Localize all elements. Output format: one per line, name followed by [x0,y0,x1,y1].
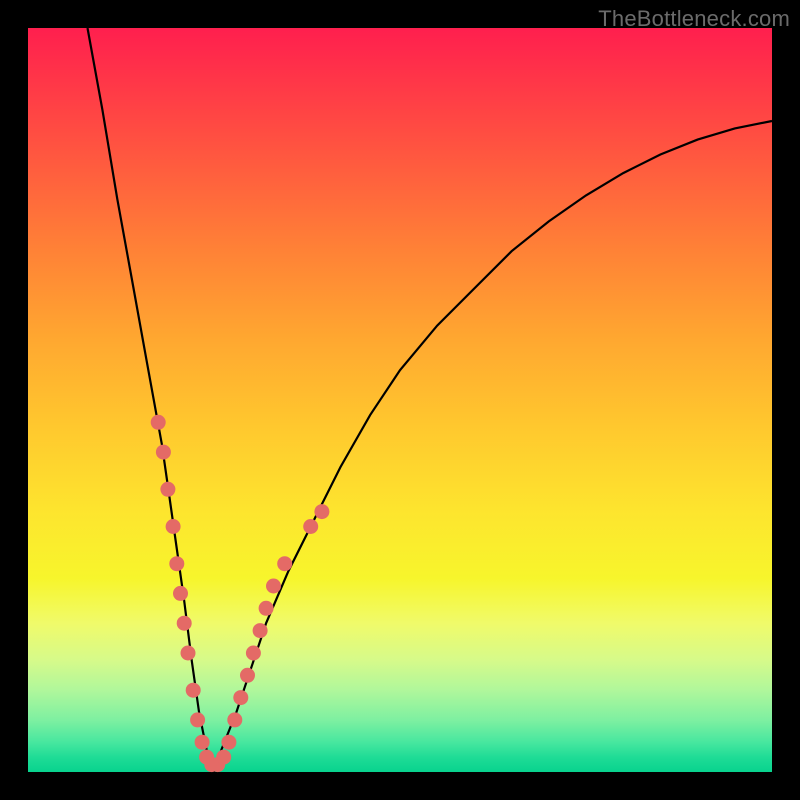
scatter-point [221,735,236,750]
chart-svg [28,28,772,772]
scatter-point [166,519,181,534]
scatter-point [190,712,205,727]
scatter-point [253,623,268,638]
watermark-text: TheBottleneck.com [598,6,790,32]
scatter-point [173,586,188,601]
chart-plot-area [28,28,772,772]
scatter-point [227,712,242,727]
scatter-point [266,579,281,594]
scatter-point [259,601,274,616]
scatter-point [156,445,171,460]
scatter-point [195,735,210,750]
scatter-point [177,616,192,631]
scatter-point [246,646,261,661]
scatter-points [151,415,330,772]
scatter-point [314,504,329,519]
scatter-point [151,415,166,430]
bottleneck-curve [88,28,773,772]
scatter-point [160,482,175,497]
scatter-point [303,519,318,534]
scatter-point [240,668,255,683]
scatter-point [169,556,184,571]
scatter-point [277,556,292,571]
scatter-point [186,683,201,698]
scatter-point [233,690,248,705]
scatter-point [216,750,231,765]
scatter-point [181,646,196,661]
